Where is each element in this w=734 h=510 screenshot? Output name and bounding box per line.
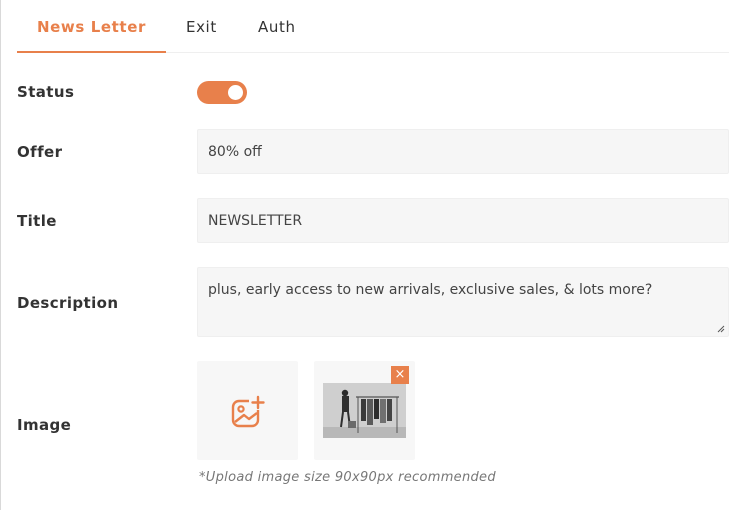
- tab-news-letter[interactable]: News Letter: [37, 18, 146, 36]
- toggle-knob: [228, 85, 243, 100]
- resize-handle-icon[interactable]: [717, 325, 725, 333]
- offer-input[interactable]: 80% off: [197, 129, 729, 174]
- image-upload-hint: *Upload image size 90x90px recommended: [199, 470, 496, 485]
- remove-image-button[interactable]: ×: [391, 366, 409, 384]
- title-label: Title: [17, 212, 57, 230]
- status-toggle[interactable]: [197, 81, 247, 104]
- status-label: Status: [17, 83, 75, 101]
- close-icon: ×: [394, 367, 406, 382]
- tab-exit[interactable]: Exit: [186, 18, 217, 36]
- description-textarea[interactable]: plus, early access to new arrivals, excl…: [197, 267, 729, 337]
- title-value: NEWSLETTER: [208, 212, 303, 229]
- tab-bar: News Letter Exit Auth: [17, 0, 729, 53]
- panel-left-border: [0, 0, 1, 510]
- fashion-photo-image: [323, 383, 406, 438]
- description-label: Description: [17, 294, 119, 312]
- offer-label: Offer: [17, 143, 63, 161]
- title-input[interactable]: NEWSLETTER: [197, 198, 729, 243]
- description-value: plus, early access to new arrivals, excl…: [208, 282, 653, 298]
- add-image-icon: [231, 395, 265, 427]
- image-upload-button[interactable]: [197, 361, 298, 460]
- active-tab-indicator: [17, 51, 166, 53]
- image-label: Image: [17, 416, 72, 434]
- tab-auth[interactable]: Auth: [258, 18, 296, 36]
- offer-value: 80% off: [208, 143, 262, 160]
- uploaded-image-thumbnail: ×: [314, 361, 415, 460]
